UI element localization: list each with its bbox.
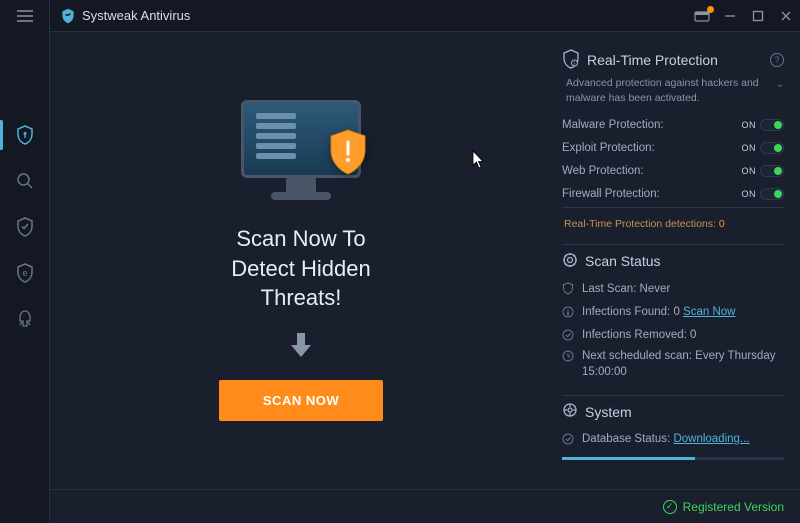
registered-version: ✓ Registered Version <box>663 500 784 514</box>
system-title: System <box>585 404 632 420</box>
chevron-down-icon[interactable]: ⌄ <box>776 78 784 92</box>
down-arrow-icon <box>287 329 315 366</box>
scan-now-button[interactable]: SCAN NOW <box>219 380 383 421</box>
firewall-protection-row: Firewall Protection: ON <box>562 182 784 205</box>
monitor-illustration <box>241 100 361 200</box>
app-title: Systweak Antivirus <box>82 8 190 23</box>
scan-status-section: Scan Status Last Scan: Never Infections … <box>562 244 784 388</box>
check-circle-icon <box>562 433 578 445</box>
rtp-title: Real-Time Protection <box>587 52 718 68</box>
gear-icon <box>562 252 578 271</box>
shield-check-icon <box>562 282 578 295</box>
footer: ✓ Registered Version <box>50 489 800 523</box>
check-circle-icon <box>562 329 578 341</box>
info-icon <box>562 306 578 318</box>
infections-found-row: Infections Found: 0 Scan Now <box>562 300 784 323</box>
malware-protection-row: Malware Protection: ON <box>562 113 784 136</box>
logo-icon <box>60 8 76 24</box>
maximize-button[interactable] <box>744 2 772 30</box>
shield-info-icon: i <box>562 49 580 72</box>
system-section: System Database Status: Downloading... <box>562 395 784 460</box>
download-progress <box>562 457 784 460</box>
sidebar-item-boost[interactable] <box>0 296 50 342</box>
sidebar: e <box>0 0 50 523</box>
scan-headline: Scan Now To Detect Hidden Threats! <box>231 224 370 313</box>
realtime-protection-section: i Real-Time Protection ? Advanced protec… <box>562 44 784 238</box>
svg-text:e: e <box>22 268 27 278</box>
notification-button[interactable] <box>688 2 716 30</box>
infections-removed-row: Infections Removed: 0 <box>562 323 784 346</box>
web-toggle[interactable]: ON <box>742 165 785 177</box>
next-scan-row: Next scheduled scan: Every Thursday 15:0… <box>562 346 784 388</box>
check-icon: ✓ <box>663 500 677 514</box>
scan-now-link[interactable]: Scan Now <box>683 306 735 318</box>
database-status-value: Downloading... <box>673 433 749 445</box>
main-area: Scan Now To Detect Hidden Threats! SCAN … <box>50 32 800 489</box>
warning-shield-icon <box>327 128 369 176</box>
exploit-protection-row: Exploit Protection: ON <box>562 136 784 159</box>
sidebar-item-browser[interactable]: e <box>0 250 50 296</box>
system-icon <box>562 402 578 421</box>
notification-dot-icon <box>707 6 714 13</box>
right-pane: i Real-Time Protection ? Advanced protec… <box>552 32 800 489</box>
sidebar-item-shield[interactable] <box>0 112 50 158</box>
minimize-button[interactable] <box>716 2 744 30</box>
malware-toggle[interactable]: ON <box>742 119 785 131</box>
svg-text:i: i <box>574 61 575 67</box>
sidebar-item-scan[interactable] <box>0 158 50 204</box>
app-logo: Systweak Antivirus <box>60 8 190 24</box>
database-status-row: Database Status: Downloading... <box>562 428 784 451</box>
exploit-toggle[interactable]: ON <box>742 142 785 154</box>
scan-status-title: Scan Status <box>585 253 661 269</box>
rtp-description: Advanced protection against hackers and … <box>562 76 784 113</box>
rtp-detections: Real-Time Protection detections: 0 <box>562 212 784 238</box>
close-button[interactable] <box>772 2 800 30</box>
clock-icon <box>562 350 578 362</box>
center-pane: Scan Now To Detect Hidden Threats! SCAN … <box>50 32 552 489</box>
titlebar: Systweak Antivirus <box>0 0 800 32</box>
help-button[interactable]: ? <box>770 53 784 67</box>
web-protection-row: Web Protection: ON <box>562 159 784 182</box>
menu-button[interactable] <box>0 0 49 32</box>
last-scan-row: Last Scan: Never <box>562 277 784 300</box>
sidebar-item-protection[interactable] <box>0 204 50 250</box>
firewall-toggle[interactable]: ON <box>742 188 785 200</box>
